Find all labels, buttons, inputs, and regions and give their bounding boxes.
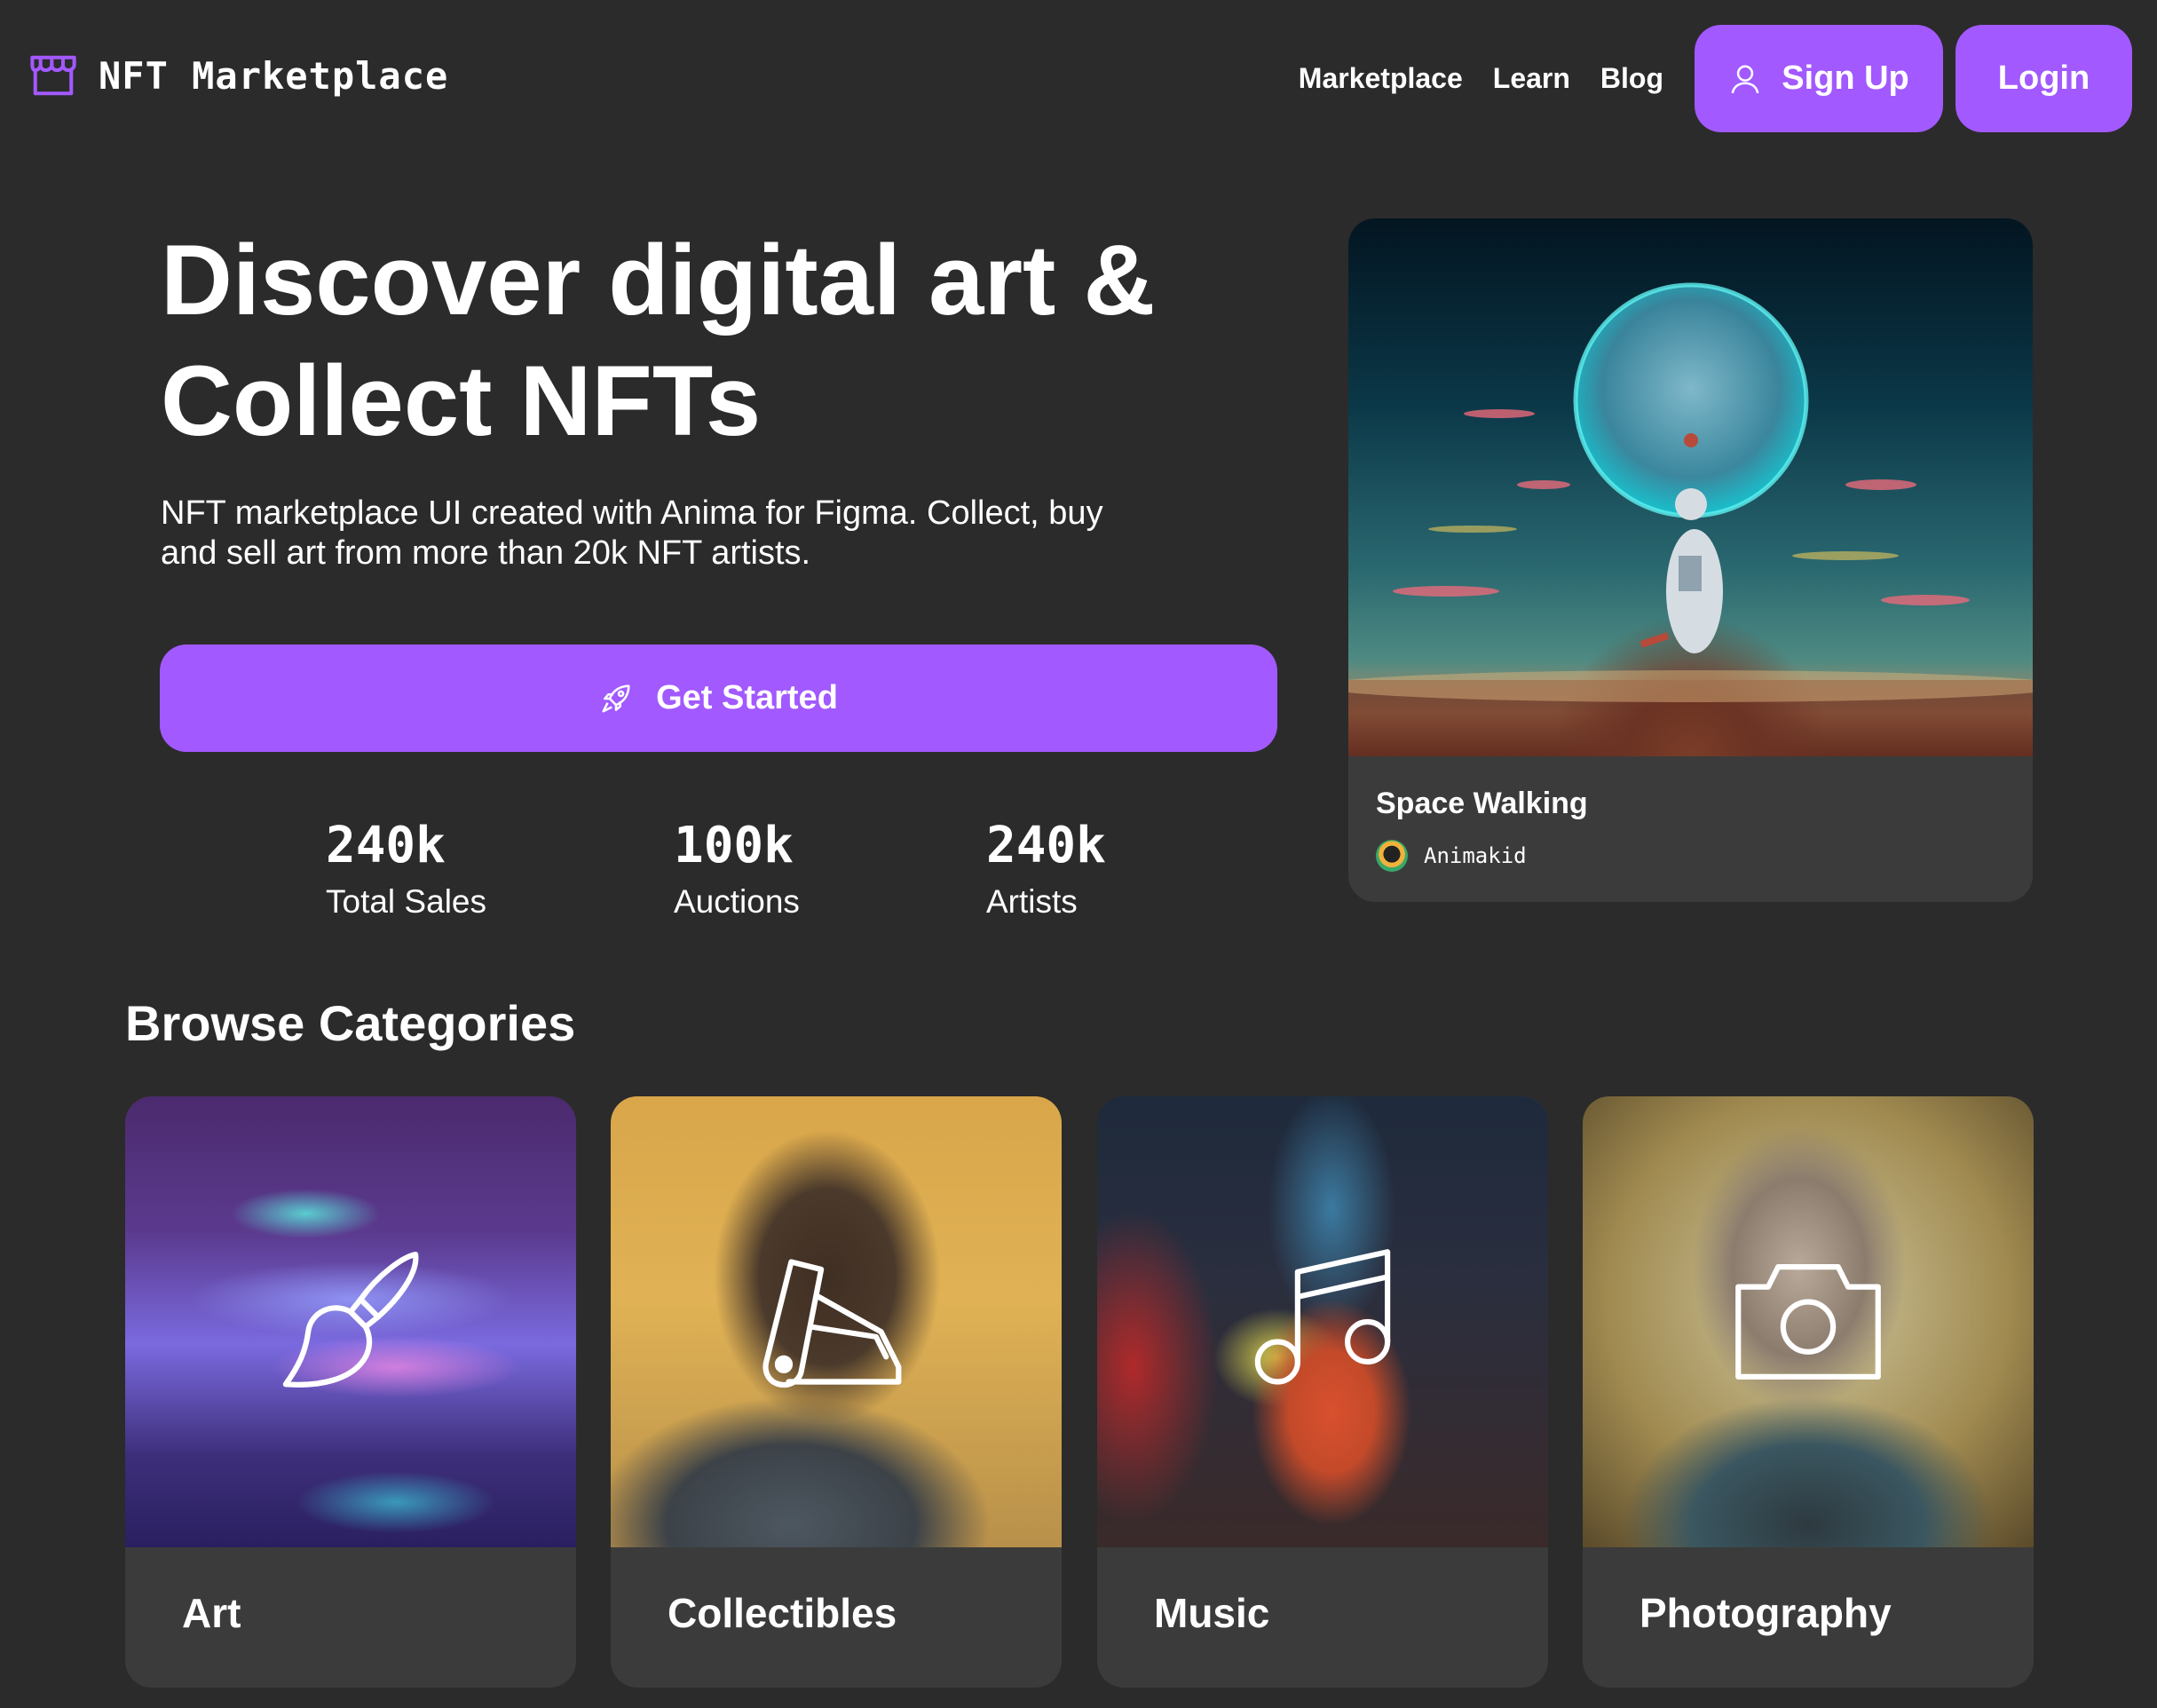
category-card-collectibles[interactable]: Collectibles [611,1096,1062,1688]
category-card-art[interactable]: Art [125,1096,576,1688]
category-label: Photography [1639,1590,1892,1636]
browse-categories-title: Browse Categories [125,995,576,1051]
artist-name: Animakid [1424,843,1527,868]
category-label: Art [182,1590,241,1636]
logo[interactable]: NFT Marketplace [29,51,448,99]
paintbrush-icon [282,1251,419,1388]
featured-nft-title: Space Walking [1376,787,1588,820]
nav-learn[interactable]: Learn [1493,62,1570,95]
category-card-music[interactable]: Music [1097,1096,1548,1688]
category-label: Music [1154,1590,1270,1636]
hero-subtitle: NFT marketplace UI created with Anima fo… [161,494,1270,573]
get-started-label: Get Started [656,679,838,716]
login-label: Login [1997,59,2090,97]
storefront-icon [30,55,76,96]
sign-up-label: Sign Up [1782,59,1909,97]
stat-label: Total Sales [326,883,486,920]
login-button[interactable]: Login [1956,25,2132,132]
music-notes-icon [1254,1249,1391,1385]
category-image [1583,1096,2034,1547]
hero-subtitle-line-1: NFT marketplace UI created with Anima fo… [161,494,1103,532]
hero-title: Discover digital art & Collect NFTs [161,220,1315,462]
category-card-photography[interactable]: Photography [1583,1096,2034,1688]
hero-title-line-1: Discover digital art & [161,225,1156,336]
logo-text: NFT Marketplace [99,53,449,98]
nav-marketplace[interactable]: Marketplace [1299,62,1463,95]
stat-artists: 240k Artists [986,815,1106,923]
hero-title-line-2: Collect NFTs [161,345,762,456]
stat-label: Auctions [674,883,800,920]
stat-value: 240k [986,817,1106,874]
nav-blog[interactable]: Blog [1600,62,1663,95]
category-image [125,1096,576,1547]
hero-subtitle-line-2: and sell art from more than 20k NFT arti… [161,534,811,572]
featured-nft-artist[interactable]: Animakid [1376,840,1527,872]
camera-icon [1735,1264,1881,1380]
featured-nft-card[interactable]: Space Walking Animakid [1348,218,2033,902]
artist-avatar [1376,840,1408,872]
stat-label: Artists [986,883,1078,920]
stat-total-sales: 240k Total Sales [326,815,486,923]
featured-nft-image [1348,218,2033,756]
sign-up-button[interactable]: Sign Up [1695,25,1943,132]
swatches-icon [762,1259,902,1388]
get-started-button[interactable]: Get Started [160,644,1277,752]
stat-value: 100k [674,817,794,874]
user-icon [1731,64,1759,93]
category-image [1097,1096,1548,1547]
stat-auctions: 100k Auctions [674,815,800,923]
stat-value: 240k [326,817,446,874]
rocket-icon [602,684,630,713]
category-label: Collectibles [668,1590,897,1636]
top-nav: Marketplace Learn Blog Sign Up Login [1299,25,2132,132]
category-image [611,1096,1062,1547]
